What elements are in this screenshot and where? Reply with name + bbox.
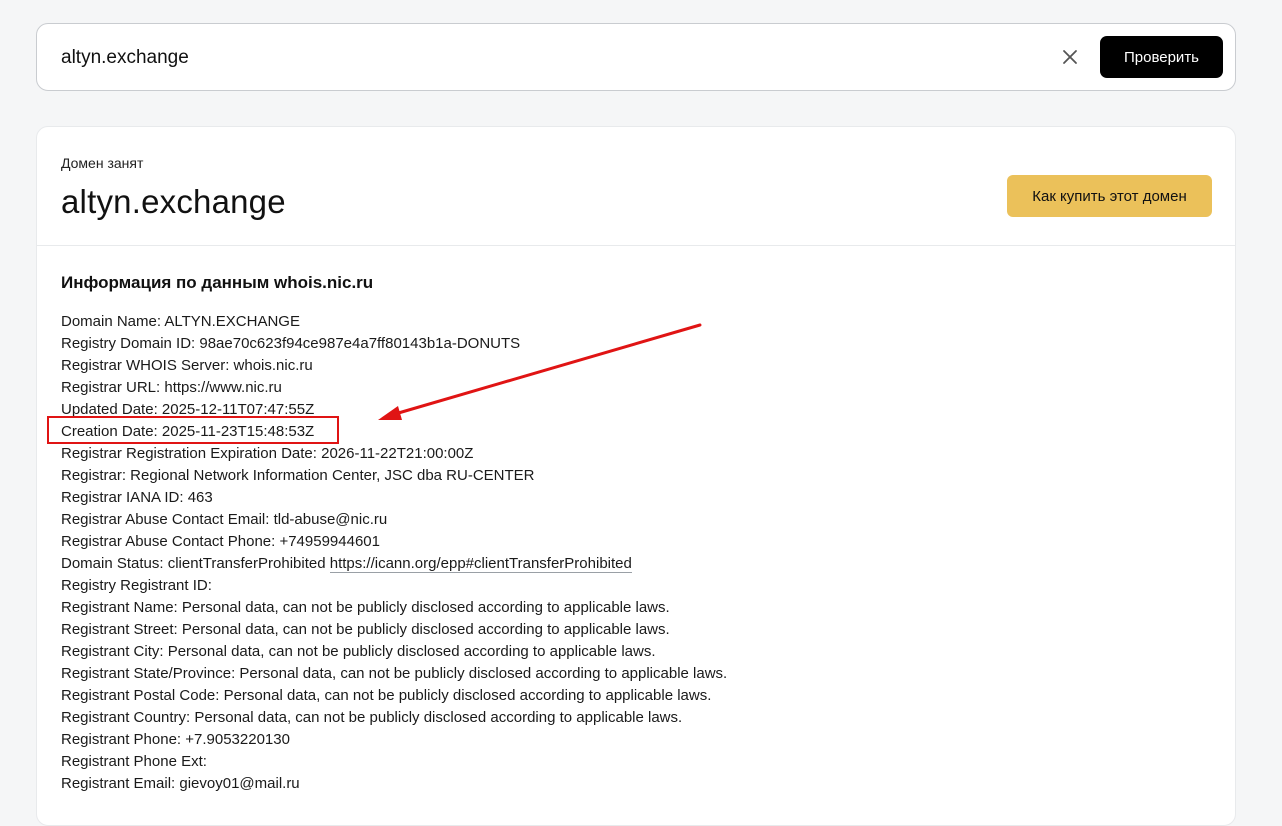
- whois-line: Domain Status: clientTransferProhibited …: [61, 553, 961, 575]
- whois-info-heading: Информация по данным whois.nic.ru: [61, 273, 374, 292]
- whois-line: Registrant Street: Personal data, can no…: [61, 621, 670, 638]
- whois-line: Registrar Abuse Contact Email: tld-abuse…: [61, 511, 388, 528]
- how-to-buy-domain-button[interactable]: Как купить этот домен: [1007, 175, 1212, 217]
- whois-line-creation-date: Creation Date: 2025-11-23T15:48:53Z: [61, 423, 315, 440]
- whois-line: Registrant Phone Ext:: [61, 753, 207, 770]
- whois-status-link[interactable]: https://icann.org/epp#clientTransferProh…: [329, 555, 632, 573]
- whois-record-list: Domain Name: ALTYN.EXCHANGE Registry Doma…: [61, 311, 961, 795]
- domain-status-label: Домен занят: [61, 155, 144, 171]
- whois-line: Registry Registrant ID:: [61, 577, 212, 594]
- domain-search-bar: Проверить: [36, 23, 1236, 91]
- whois-line: Registrar URL: https://www.nic.ru: [61, 379, 282, 396]
- whois-line: Registrar Abuse Contact Phone: +74959944…: [61, 533, 380, 550]
- domain-result-card: Домен занят altyn.exchange Как купить эт…: [36, 126, 1236, 826]
- whois-line: Registrar WHOIS Server: whois.nic.ru: [61, 357, 313, 374]
- whois-line: Registry Domain ID: 98ae70c623f94ce987e4…: [61, 335, 521, 352]
- whois-line: Registrant Phone: +7.9053220130: [61, 731, 290, 748]
- whois-line: Registrant Country: Personal data, can n…: [61, 709, 683, 726]
- whois-line: Registrar Registration Expiration Date: …: [61, 445, 474, 462]
- domain-result-header: Домен занят altyn.exchange Как купить эт…: [37, 127, 1235, 246]
- whois-line: Registrant State/Province: Personal data…: [61, 665, 728, 682]
- check-domain-button[interactable]: Проверить: [1100, 36, 1223, 78]
- whois-line-text: Domain Status: clientTransferProhibited: [61, 555, 330, 572]
- whois-line: Registrar: Regional Network Information …: [61, 467, 535, 484]
- domain-search-input[interactable]: [61, 38, 1021, 78]
- clear-search-button[interactable]: [1055, 42, 1085, 72]
- close-icon: [1063, 50, 1077, 64]
- whois-line: Registrant City: Personal data, can not …: [61, 643, 656, 660]
- domain-title: altyn.exchange: [61, 183, 286, 220]
- whois-line: Registrant Name: Personal data, can not …: [61, 599, 670, 616]
- whois-line: Registrar IANA ID: 463: [61, 489, 213, 506]
- whois-line: Registrant Email: gievoy01@mail.ru: [61, 775, 300, 792]
- whois-line: Registrant Postal Code: Personal data, c…: [61, 687, 712, 704]
- whois-line: Updated Date: 2025-12-11T07:47:55Z: [61, 401, 315, 418]
- whois-line: Domain Name: ALTYN.EXCHANGE: [61, 313, 300, 330]
